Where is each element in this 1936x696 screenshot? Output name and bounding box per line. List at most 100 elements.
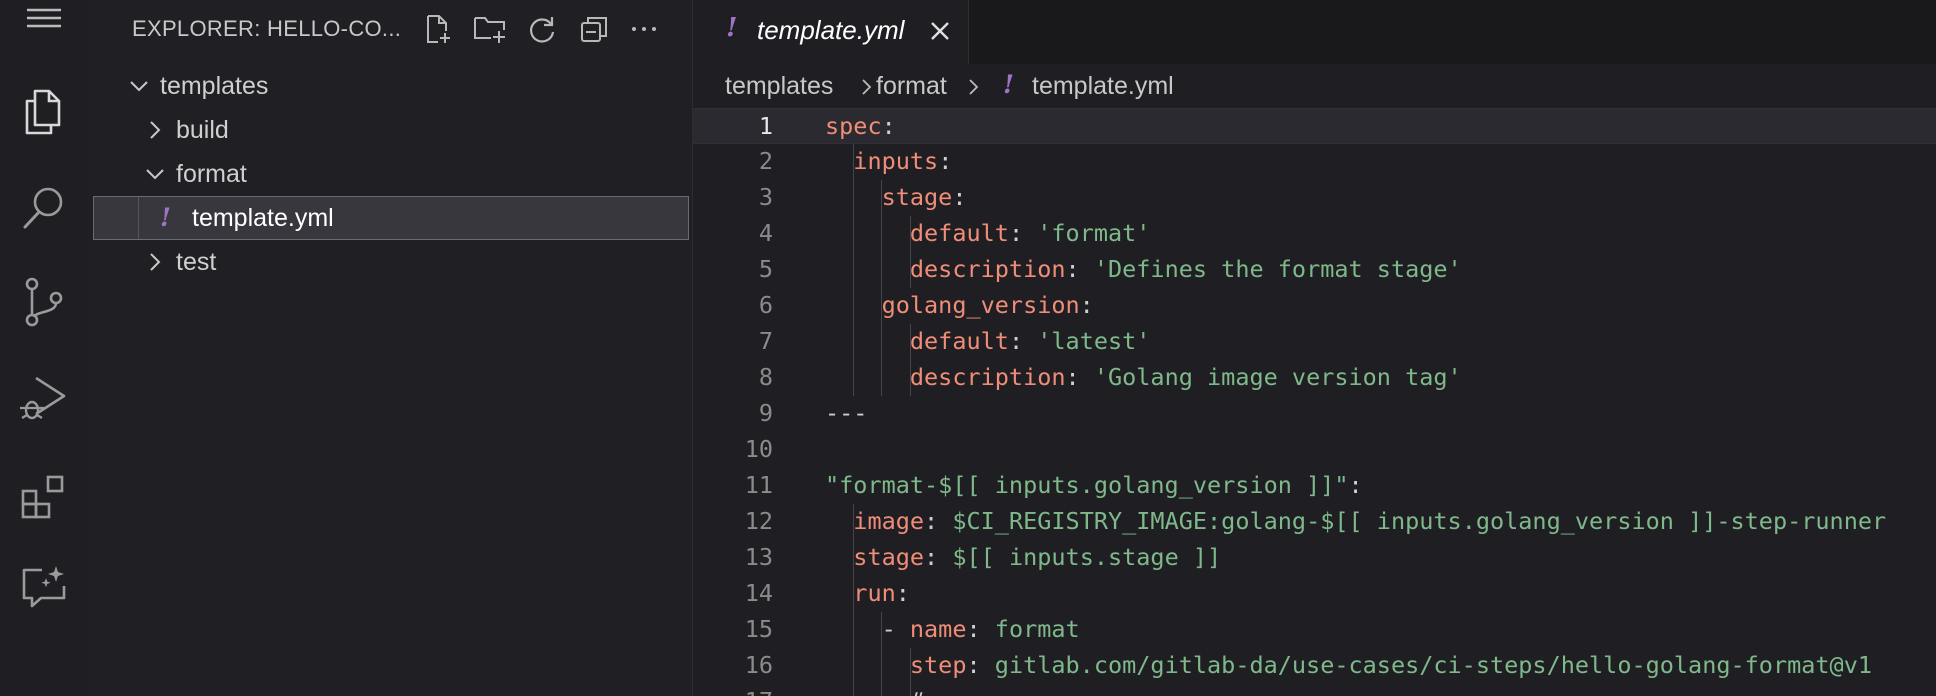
yaml-file-icon: !	[160, 203, 171, 232]
yaml-file-icon: !	[726, 13, 738, 43]
indent-guide	[853, 144, 854, 180]
indent-guide	[853, 324, 854, 360]
code-text: step: gitlab.com/gitlab-da/use-cases/ci-…	[909, 651, 1872, 679]
code-line[interactable]: 11 "format-$[[ inputs.golang_version ]]":	[693, 468, 1936, 504]
breadcrumb-item-file[interactable]: template.yml	[1032, 72, 1174, 101]
tree-item-label: template.yml	[192, 203, 334, 232]
indent-guide	[853, 360, 854, 396]
search-icon[interactable]	[0, 170, 88, 246]
line-number: 2	[758, 147, 773, 175]
code-text: - name: format	[881, 615, 1080, 643]
code-line[interactable]: 1 spec:	[693, 108, 1936, 144]
tree-item-build[interactable]: build	[88, 108, 692, 152]
indent-guide	[881, 216, 883, 252]
code-line[interactable]: 16 step: gitlab.com/gitlab-da/use-cases/…	[693, 648, 1936, 684]
code-line[interactable]: 17 #	[693, 684, 1936, 696]
line-number: 8	[758, 363, 773, 391]
indent-guide	[881, 288, 883, 324]
code-line[interactable]: 6 golang_version:	[693, 288, 1936, 324]
line-number: 6	[758, 291, 773, 319]
indent-guide	[881, 324, 883, 360]
code-text: image: $CI_REGISTRY_IMAGE:golang-$[[ inp…	[853, 507, 1887, 535]
indent-guide	[853, 216, 854, 252]
tree-item-templates[interactable]: templates	[88, 64, 692, 108]
new-folder-icon[interactable]	[472, 12, 508, 46]
code-text: run:	[853, 579, 910, 607]
code-text: inputs:	[853, 147, 953, 175]
code-line[interactable]: 12 image: $CI_REGISTRY_IMAGE:golang-$[[ …	[693, 504, 1936, 540]
tree-item-label: test	[176, 247, 217, 276]
code-line[interactable]: 9 ---	[693, 396, 1936, 432]
code-line[interactable]: 15 - name: format	[693, 612, 1936, 648]
code-line[interactable]: 3 stage:	[693, 180, 1936, 216]
code-text: description: 'Defines the format stage'	[909, 255, 1462, 283]
indent-guide	[853, 684, 854, 696]
explorer-title: EXPLORER: HELLO-CO...	[132, 16, 402, 41]
activity-bar	[0, 0, 88, 696]
breadcrumb: templates format ! template.yml	[693, 64, 1936, 108]
line-number: 14	[744, 579, 773, 607]
line-number: 5	[758, 255, 773, 283]
collapse-all-icon[interactable]	[576, 12, 612, 46]
explorer-icon[interactable]	[0, 74, 88, 150]
code-line[interactable]: 4 default: 'format'	[693, 216, 1936, 252]
code-line[interactable]: 5 description: 'Defines the format stage…	[693, 252, 1936, 288]
indent-guide	[881, 612, 883, 648]
indent-guide	[853, 288, 854, 324]
tab-template-yml[interactable]: ! template.yml	[693, 0, 969, 64]
chevron-down-icon	[146, 169, 164, 180]
explorer-sidebar: EXPLORER: HELLO-CO... templates build fo…	[88, 0, 692, 696]
tree-item-test[interactable]: test	[88, 240, 692, 284]
refresh-icon[interactable]	[524, 12, 560, 46]
code-line[interactable]: 10	[693, 432, 1936, 468]
indent-guide	[853, 576, 854, 612]
chevron-right-icon	[150, 253, 161, 271]
line-number: 10	[744, 435, 773, 463]
yaml-file-icon: !	[1003, 70, 1014, 99]
line-number: 4	[758, 219, 773, 247]
indent-guide	[909, 648, 911, 684]
line-number: 3	[758, 183, 773, 211]
tree-item-template-yml[interactable]: ! template.yml	[93, 196, 689, 240]
breadcrumb-item-format[interactable]: format	[876, 72, 947, 101]
indent-guide	[853, 648, 854, 684]
more-icon[interactable]	[626, 12, 662, 46]
line-number: 13	[744, 543, 773, 571]
code-text: "format-$[[ inputs.golang_version ]]":	[825, 471, 1363, 499]
indent-guide	[909, 324, 911, 360]
explorer-header: EXPLORER: HELLO-CO...	[88, 0, 692, 56]
indent-guide	[853, 252, 854, 288]
code-editor[interactable]: 1 spec: 2 inputs: 3 stage: 4 default: 'forma…	[693, 108, 1936, 696]
close-icon[interactable]	[929, 20, 951, 42]
indent-guide	[909, 684, 911, 696]
indent-guide	[881, 684, 883, 696]
code-line[interactable]: 2 inputs:	[693, 144, 1936, 180]
code-text: description: 'Golang image version tag'	[909, 363, 1462, 391]
code-line[interactable]: 13 stage: $[[ inputs.stage ]]	[693, 540, 1936, 576]
chevron-right-icon	[969, 79, 979, 95]
tree-item-format[interactable]: format	[88, 152, 692, 196]
line-number: 1	[758, 112, 773, 140]
indent-guide	[909, 252, 911, 288]
source-control-icon[interactable]	[0, 264, 88, 340]
extensions-icon[interactable]	[0, 458, 88, 534]
chat-icon[interactable]	[0, 550, 88, 626]
tree-item-label: templates	[160, 71, 269, 100]
code-line[interactable]: 14 run:	[693, 576, 1936, 612]
line-number: 9	[758, 399, 773, 427]
code-text: ---	[825, 399, 868, 427]
line-number: 16	[744, 651, 773, 679]
code-text: stage: $[[ inputs.stage ]]	[853, 543, 1222, 571]
indent-guide	[881, 252, 883, 288]
breadcrumb-item-templates[interactable]: templates	[725, 72, 833, 101]
chevron-right-icon	[862, 79, 872, 95]
new-file-icon[interactable]	[420, 12, 456, 46]
code-line[interactable]: 7 default: 'latest'	[693, 324, 1936, 360]
code-text: golang_version:	[881, 291, 1094, 319]
run-debug-icon[interactable]	[0, 360, 88, 436]
line-number: 17	[693, 687, 773, 696]
menu-icon[interactable]	[0, 0, 88, 46]
code-line[interactable]: 8 description: 'Golang image version tag…	[693, 360, 1936, 396]
indent-guide	[881, 648, 883, 684]
line-number: 12	[744, 507, 773, 535]
